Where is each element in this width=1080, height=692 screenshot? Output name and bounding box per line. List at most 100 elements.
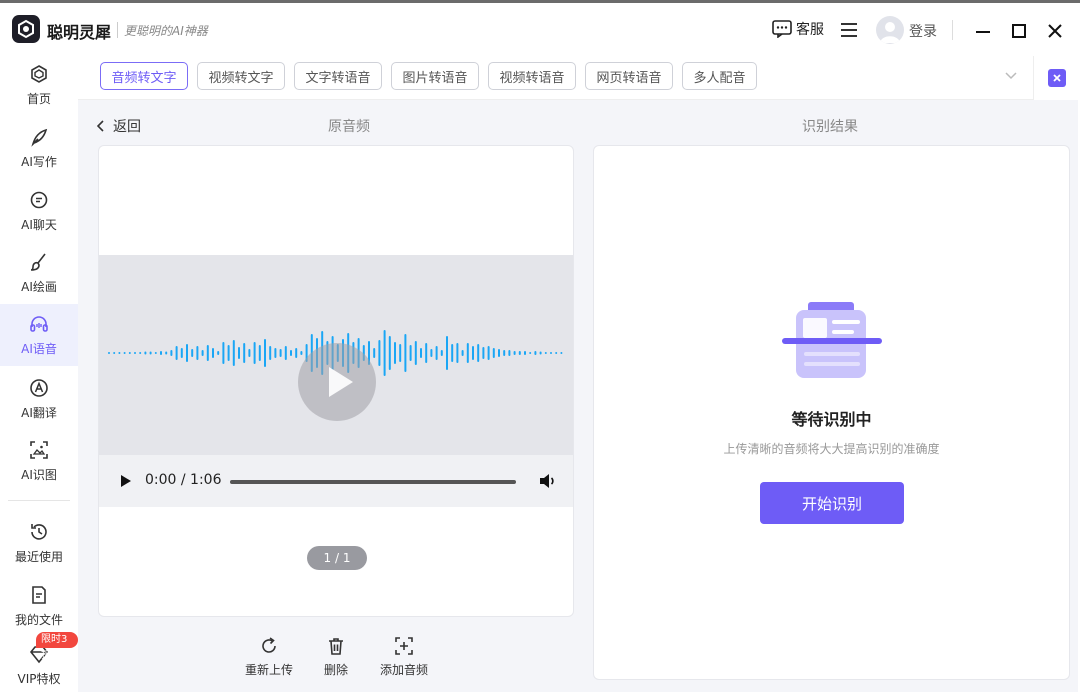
audio-progress-slider[interactable] — [230, 480, 516, 484]
volume-icon[interactable] — [539, 473, 557, 489]
waveform-bar — [451, 344, 454, 362]
sidebar-item-home[interactable]: 首页 — [0, 58, 78, 116]
brush-icon — [30, 253, 46, 271]
waveform-bar — [227, 345, 230, 361]
audio-player: 0:00 / 1:06 — [99, 455, 573, 507]
chevron-down-icon[interactable] — [1005, 72, 1017, 80]
waveform-bar — [477, 344, 480, 362]
sidebar-item-label: AI识图 — [21, 468, 57, 482]
tab-audio-to-text[interactable]: 音频转文字 — [100, 62, 188, 90]
sidebar-item-label: AI语音 — [21, 342, 57, 356]
waveform-bar — [279, 349, 282, 357]
sidebar-item-my-files[interactable]: 我的文件 — [0, 579, 78, 637]
pen-icon — [31, 128, 48, 147]
waveform-bar — [134, 352, 136, 354]
back-label: 返回 — [113, 119, 141, 135]
sidebar-item-label: AI聊天 — [21, 218, 57, 232]
sidebar-item-ai-translate[interactable]: AI翻译 — [0, 372, 78, 430]
waveform-bar — [404, 334, 407, 372]
waveform-bar — [461, 350, 464, 356]
waiting-hint: 上传清晰的音频将大大提高识别的准确度 — [723, 442, 940, 456]
sidebar-item-label: 最近使用 — [14, 550, 63, 564]
tab-webpage-to-speech[interactable]: 网页转语音 — [585, 62, 673, 90]
document-scan-icon — [782, 302, 882, 378]
sidebar-divider — [8, 500, 70, 501]
customer-service-button[interactable]: 客服 — [772, 19, 824, 39]
add-box-icon — [395, 637, 413, 655]
page-indicator: 1 / 1 — [307, 546, 367, 570]
waveform-bar — [492, 348, 495, 358]
waveform-bar — [482, 347, 485, 359]
waveform-bar — [498, 349, 500, 357]
waveform-bar — [149, 351, 152, 355]
login-link[interactable]: 登录 — [909, 21, 937, 41]
sidebar-item-ai-writing[interactable]: AI写作 — [0, 121, 78, 179]
waveform-bar — [201, 350, 204, 356]
sidebar-item-recent[interactable]: 最近使用 — [0, 516, 78, 574]
waveform-bar — [160, 351, 162, 355]
window-controls-divider — [952, 20, 953, 40]
delete-button[interactable]: 删除 — [322, 636, 350, 678]
waveform-bar — [414, 341, 417, 365]
history-icon — [31, 524, 47, 540]
waveform-bar — [123, 352, 126, 354]
sidebar-item-label: 我的文件 — [14, 613, 63, 627]
waveform-bar — [258, 345, 261, 361]
waveform-bar — [243, 343, 246, 363]
translate-icon — [30, 379, 48, 397]
waveform-bar — [550, 352, 552, 354]
sidebar: 首页 AI写作 AI聊天 AI绘画 AI语音 AI翻译 AI识图 最近使用 我的… — [0, 56, 78, 692]
close-tabs-button[interactable] — [1033, 56, 1080, 100]
add-audio-button[interactable]: 添加音频 — [379, 636, 429, 678]
waveform-bar — [394, 342, 396, 364]
waveform-bar — [264, 339, 266, 367]
tool-tabs: 音频转文字 视频转文字 文字转语音 图片转语音 视频转语音 网页转语音 多人配音 — [78, 56, 1033, 100]
waveform-bar — [295, 348, 298, 358]
waveform-bar — [518, 351, 521, 355]
back-button[interactable]: 返回 — [97, 116, 141, 136]
waveform-bar — [186, 344, 188, 362]
sidebar-item-ai-chat[interactable]: AI聊天 — [0, 184, 78, 242]
waveform-bar — [388, 336, 391, 370]
waveform-bar — [560, 352, 563, 354]
waveform-bar — [383, 330, 386, 376]
home-icon — [31, 65, 47, 83]
waveform-bar — [472, 346, 474, 360]
maximize-icon[interactable] — [1012, 24, 1026, 38]
waveform-bar — [206, 345, 209, 361]
tab-text-to-speech[interactable]: 文字转语音 — [294, 62, 382, 90]
tab-multi-voice-dubbing[interactable]: 多人配音 — [682, 62, 757, 90]
chat-bubble-icon — [772, 20, 792, 38]
chevron-left-icon — [97, 120, 104, 132]
re-upload-button[interactable]: 重新上传 — [245, 636, 293, 678]
audio-play-icon[interactable] — [121, 475, 131, 487]
waveform-bar — [524, 351, 526, 355]
play-overlay-button[interactable] — [298, 343, 376, 421]
tab-video-to-text[interactable]: 视频转文字 — [197, 62, 285, 90]
waveform-bar — [238, 347, 240, 359]
waveform-bar — [409, 345, 412, 361]
waveform-bar — [378, 340, 381, 366]
waveform-bar — [253, 342, 256, 364]
avatar-icon[interactable] — [876, 16, 904, 44]
tab-video-to-speech[interactable]: 视频转语音 — [488, 62, 576, 90]
minimize-icon[interactable] — [976, 31, 990, 33]
audio-preview[interactable] — [99, 255, 573, 455]
sidebar-item-ai-image-recognition[interactable]: AI识图 — [0, 434, 78, 492]
source-audio-header: 原音频 — [328, 119, 370, 135]
sidebar-item-ai-painting[interactable]: AI绘画 — [0, 246, 78, 304]
waveform-bar — [420, 348, 422, 358]
waveform-bar — [113, 352, 116, 354]
chat-icon — [30, 191, 48, 209]
start-recognition-button[interactable]: 开始识别 — [760, 482, 904, 524]
recognition-result-panel: 等待识别中 上传清晰的音频将大大提高识别的准确度 开始识别 — [593, 145, 1070, 680]
headset-icon — [30, 316, 48, 332]
tab-image-to-speech[interactable]: 图片转语音 — [391, 62, 479, 90]
waveform-bar — [508, 350, 511, 356]
waveform-bar — [222, 342, 225, 364]
close-icon[interactable] — [1046, 22, 1064, 40]
waveform-bar — [118, 352, 121, 354]
sidebar-item-ai-voice[interactable]: AI语音 — [0, 304, 78, 366]
waveform-bar — [191, 349, 194, 357]
menu-icon[interactable] — [841, 23, 857, 37]
